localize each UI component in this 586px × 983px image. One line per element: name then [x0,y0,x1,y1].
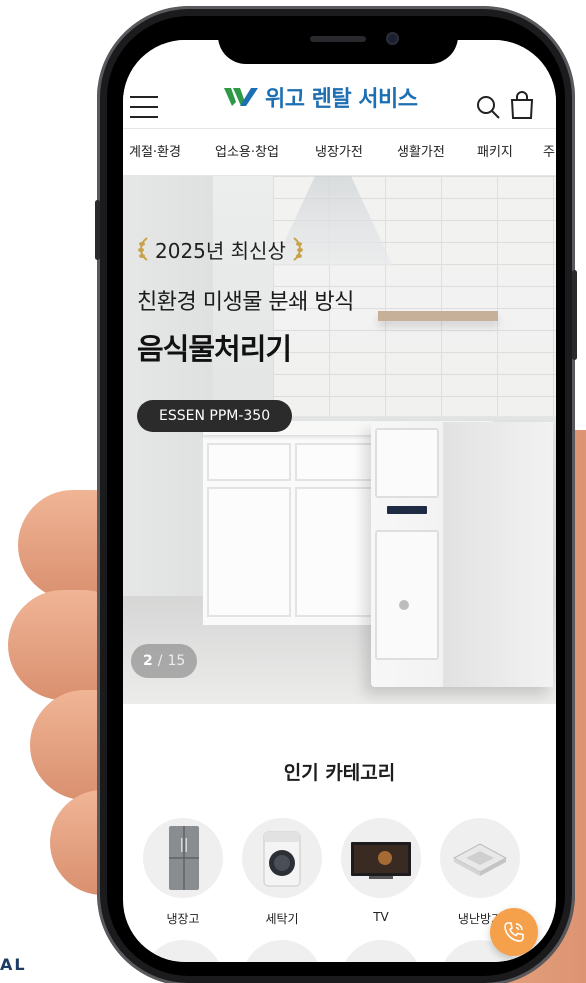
site-logo[interactable]: 위고 렌탈 서비스 [223,82,418,112]
cabinet-drawer [207,443,291,481]
category-tv[interactable]: TV [339,818,423,924]
refrigerator-icon [169,826,199,890]
tab-season-environment[interactable]: 계절·환경 [129,129,181,175]
laurel-right-icon [293,237,303,261]
menu-button[interactable] [130,96,160,118]
search-button[interactable] [475,94,501,120]
category-image [341,818,421,898]
category-image [440,818,520,898]
phone-power-button [572,270,577,360]
category-image [143,818,223,898]
disposer-knob [399,600,409,610]
hero-badge-text: 2025년 최신상 [155,238,286,263]
disposer-drawer [375,530,439,660]
hero-model-button[interactable]: ESSEN PPM-350 [137,400,293,432]
corner-brand-text: AL [0,955,27,974]
shopping-bag-icon [510,91,534,119]
tab-more[interactable]: 주 [543,129,555,175]
category-label: TV [373,910,389,924]
category-item-partial[interactable] [242,940,322,962]
hamburger-menu-icon-line [130,106,158,108]
laurel-left-icon [138,237,148,261]
hero-banner[interactable]: 2025년 최신상 친환경 미생물 분쇄 방식 음식물처리기 ESSEN PPM… [123,176,556,704]
search-icon [477,96,500,119]
category-label: 세탁기 [265,912,299,926]
hero-badge: 2025년 최신상 [137,234,304,264]
tv-icon [351,842,411,879]
category-refrigerator[interactable]: 냉장고 [141,818,225,927]
hamburger-menu-icon-line [130,116,158,118]
photo-stage: AL 위고 렌탈 서비스 계절·환경 업소용·창업 냉장가전 생활가전 패키지 … [0,0,586,983]
washing-machine-icon [263,831,301,887]
cabinet-door [295,487,379,617]
slide-counter: 2 / 15 [131,644,198,678]
logo-mark-icon [224,88,258,106]
category-item-partial[interactable] [341,940,421,962]
popular-categories-title: 인기 카테고리 [283,762,396,784]
slide-total: 15 [167,653,186,669]
category-item-partial[interactable] [143,940,223,962]
ceiling-air-conditioner-icon [452,843,508,876]
cart-button[interactable] [509,90,535,120]
hero-title: 음식물처리기 [137,332,292,366]
phone-call-icon [504,922,524,942]
hero-subtitle: 친환경 미생물 분쇄 방식 [137,290,354,315]
tab-package[interactable]: 패키지 [477,129,513,175]
phone-screen: 위고 렌탈 서비스 계절·환경 업소용·창업 냉장가전 생활가전 패키지 주 2… [123,40,556,962]
slide-separator: / [157,653,163,669]
cabinet-drawer [295,443,379,481]
front-camera-icon [386,32,399,45]
disposer-lid [375,428,439,498]
logo-text: 위고 렌탈 서비스 [265,87,418,112]
tab-refrigeration[interactable]: 냉장가전 [315,129,363,175]
cabinet-door [207,487,291,617]
disposer-side [443,422,553,687]
category-label: 냉장고 [166,912,200,926]
phone-volume-button [95,200,100,260]
hamburger-menu-icon [130,96,158,98]
disposer-control-panel [387,506,427,514]
tab-business-startup[interactable]: 업소용·창업 [215,129,279,175]
tab-home-appliances[interactable]: 생활가전 [397,129,445,175]
call-button[interactable] [490,908,538,956]
hero-cabinets [203,435,383,625]
category-tabs: 계절·환경 업소용·창업 냉장가전 생활가전 패키지 주 [123,128,556,176]
phone-notch [218,20,458,64]
category-washing-machine[interactable]: 세탁기 [240,818,324,927]
hero-shelf [378,311,498,321]
food-waste-disposer-image [371,422,553,687]
notch-speaker [310,36,366,42]
slide-current: 2 [143,653,153,669]
category-image [242,818,322,898]
